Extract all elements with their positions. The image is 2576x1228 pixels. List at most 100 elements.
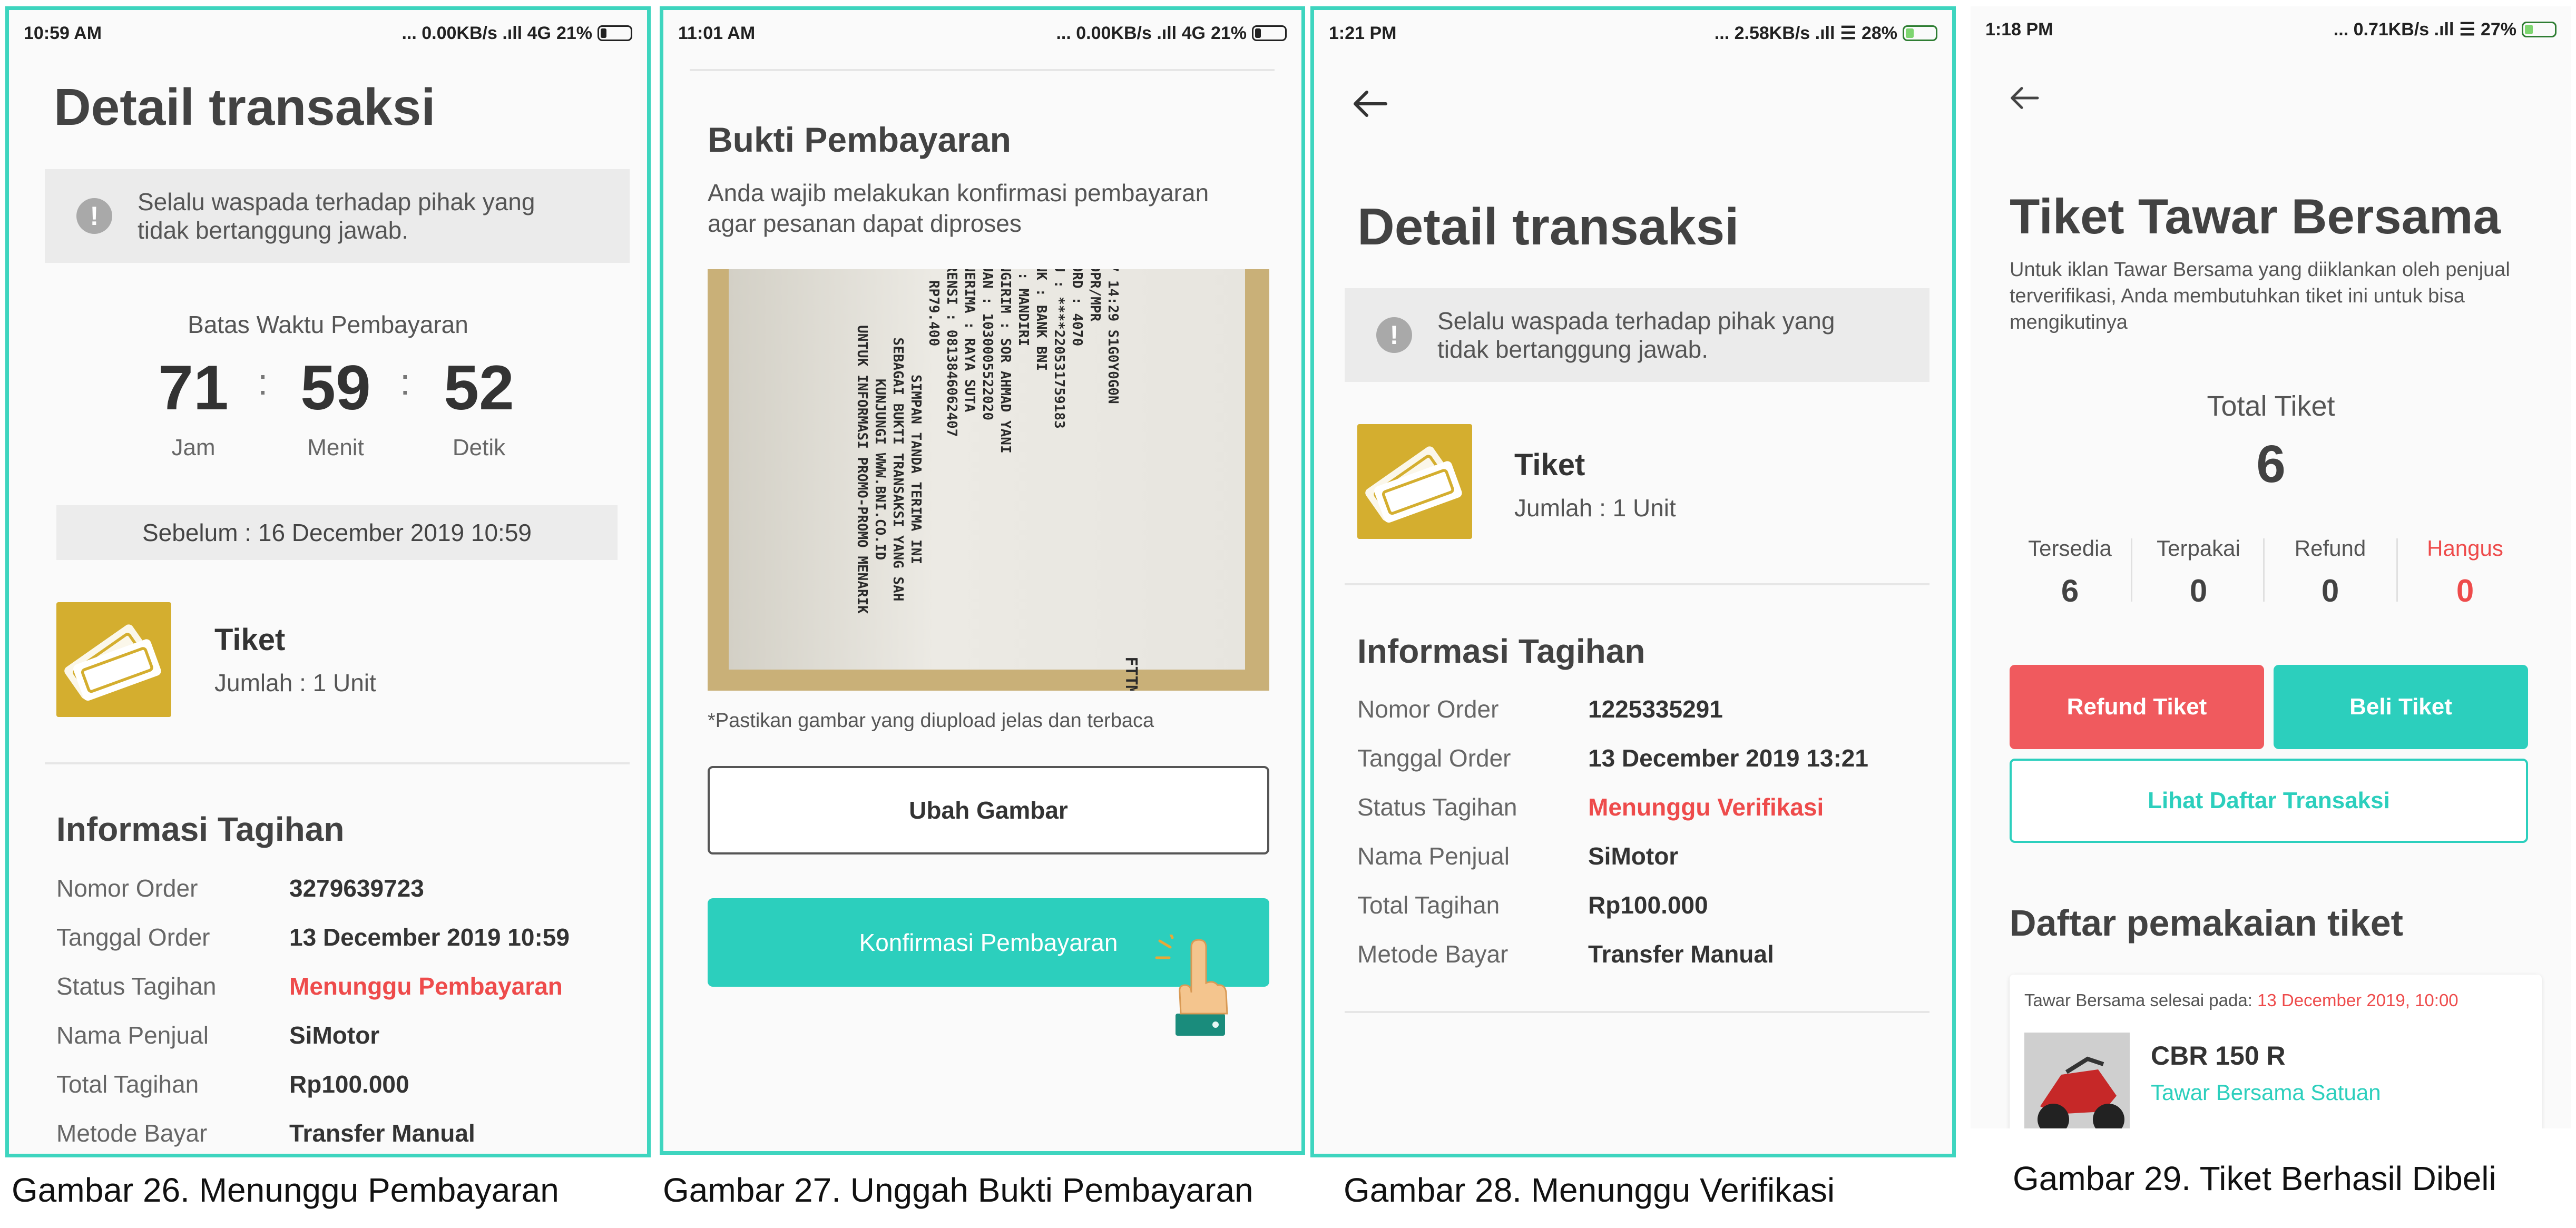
- status-bar: 10:59 AM ... 0.00KB/s .ıll 4G 21%: [9, 10, 647, 56]
- billing-label: Metode Bayar: [56, 1119, 208, 1147]
- view-transactions-button[interactable]: Lihat Daftar Transaksi: [2010, 759, 2528, 843]
- back-arrow-icon[interactable]: [2009, 85, 2040, 113]
- buy-ticket-button[interactable]: Beli Tiket: [2274, 665, 2528, 749]
- stat-label: Terpakai: [2157, 536, 2240, 561]
- receipt-line: JUMLAH : RP79.400: [926, 269, 942, 347]
- section-title: Bukti Pembayaran: [708, 120, 1011, 159]
- receipt-line: REK.TUJUAN : 1030005522020: [980, 269, 995, 420]
- divider: [690, 69, 1275, 71]
- network-indicator: ... 0.71KB/s .ıll: [2333, 19, 2454, 40]
- receipt-line: SIMPAN TANDA TERIMA INI: [908, 374, 924, 565]
- receipt-line: NO. RECORD : 4070: [1069, 269, 1085, 347]
- change-image-button[interactable]: Ubah Gambar: [708, 766, 1269, 854]
- change-image-label: Ubah Gambar: [909, 797, 1068, 824]
- instruction-text: Anda wajib melakukan konfirmasi pembayar…: [708, 179, 1209, 237]
- billing-title: Informasi Tagihan: [1357, 632, 1645, 670]
- usage-item-name: CBR 150 R: [2151, 1041, 2286, 1070]
- stat-label-hangus: Hangus: [2427, 536, 2503, 561]
- receipt-line: NO.KARTU : ****220531759183: [1051, 269, 1067, 429]
- stat-divider: [2263, 538, 2265, 602]
- status-time: 10:59 AM: [24, 23, 102, 43]
- screen-tiket-berhasil: 1:18 PM ... 0.71KB/s .ıll ☰ 27% Tiket Ta…: [1971, 6, 2571, 1128]
- status-time: 1:21 PM: [1329, 23, 1397, 43]
- caption-figure-28: Gambar 28. Menunggu Verifikasi: [1344, 1171, 1835, 1209]
- battery-percent: 21%: [556, 23, 592, 43]
- battery-charging-icon: [2522, 22, 2557, 37]
- page-title: Detail transaksi: [54, 78, 436, 136]
- billing-value: Rp100.000: [289, 1070, 409, 1098]
- billing-value: SiMotor: [289, 1021, 380, 1049]
- receipt-line: 31/07/17 14:29 S1G0Y0G0N: [1105, 269, 1121, 404]
- countdown-separator: :: [258, 361, 268, 402]
- screen-unggah-bukti: 11:01 AM ... 0.00KB/s .ıll 4G 21% Bukti …: [660, 6, 1305, 1155]
- ticket-description: Untuk iklan Tawar Bersama yang diiklanka…: [2010, 259, 2510, 333]
- stat-value-hangus: 0: [2456, 573, 2474, 608]
- seconds-label: Detik: [452, 435, 506, 460]
- warning-text: Selalu waspada terhadap pihak yang tidak…: [1437, 307, 1835, 363]
- wifi-icon: ☰: [1840, 23, 1856, 43]
- countdown-minutes: 59: [300, 352, 371, 423]
- billing-label: Nomor Order: [56, 875, 198, 902]
- billing-label: Nama Penjual: [1357, 842, 1510, 870]
- status-time: 11:01 AM: [678, 23, 756, 43]
- ticket-icon: [1357, 424, 1472, 539]
- stat-divider: [2396, 538, 2398, 602]
- status-badge: Menunggu Pembayaran: [289, 972, 563, 1000]
- network-indicator: ... 2.58KB/s .ıll: [1714, 23, 1835, 43]
- deadline-box: Sebelum : 16 December 2019 10:59: [56, 505, 618, 560]
- product-name: Tiket: [1514, 448, 1585, 482]
- stat-value: 0: [2321, 573, 2339, 608]
- battery-icon: [598, 25, 632, 41]
- receipt-line: FTTM BNI: [1122, 269, 1140, 691]
- product-quantity: Jumlah : 1 Unit: [214, 669, 376, 696]
- network-indicator: ... 0.00KB/s .ıll 4G: [1056, 23, 1206, 43]
- billing-label: Nomor Order: [1357, 695, 1499, 723]
- stat-divider: [2131, 538, 2132, 602]
- receipt-line: NAMA PENERIMA : RAYA SUTA: [962, 269, 977, 412]
- countdown-timer: 71 : 59 : 52 Jam Menit Detik: [9, 351, 647, 467]
- receipt-line: KE BANK : MANDIRI: [1015, 269, 1031, 347]
- network-indicator: ... 0.00KB/s .ıll 4G: [401, 23, 551, 43]
- billing-value: 1225335291: [1588, 695, 1723, 723]
- screen-menunggu-pembayaran: 10:59 AM ... 0.00KB/s .ıll 4G 21% Detail…: [5, 6, 651, 1157]
- receipt-line: NO.REFERENSI : 0813846062407: [944, 269, 959, 437]
- divider: [1345, 583, 1929, 585]
- hours-label: Jam: [171, 435, 216, 460]
- usage-title: Daftar pemakaian tiket: [2010, 902, 2403, 944]
- minutes-label: Menit: [307, 435, 364, 460]
- confirm-payment-label: Konfirmasi Pembayaran: [859, 929, 1118, 956]
- pointer-hand-icon: [1148, 927, 1232, 1043]
- back-arrow-icon[interactable]: [1351, 89, 1389, 121]
- battery-percent: 21%: [1210, 23, 1247, 43]
- usage-prefix: Tawar Bersama selesai pada:: [2024, 990, 2258, 1010]
- receipt-line: SEBAGAI BUKTI TRANSAKSI YANG SAH: [890, 337, 906, 602]
- upload-note: *Pastikan gambar yang diupload jelas dan…: [708, 710, 1154, 732]
- billing-label: Total Tagihan: [1357, 891, 1500, 919]
- battery-icon: [1252, 25, 1287, 41]
- battery-charging-icon: [1903, 25, 1937, 41]
- billing-label: Tanggal Order: [1357, 744, 1511, 772]
- stat-value: 6: [2061, 573, 2079, 608]
- receipt-photo[interactable]: FTTM BNI31/07/17 14:29 S1G0Y0G0NGEDUNG D…: [708, 269, 1269, 691]
- divider: [45, 762, 630, 764]
- billing-title: Informasi Tagihan: [56, 810, 345, 848]
- view-transactions-label: Lihat Daftar Transaksi: [2148, 788, 2390, 813]
- billing-value: 13 December 2019 13:21: [1588, 744, 1868, 772]
- status-badge: Menunggu Verifikasi: [1588, 793, 1824, 821]
- billing-label: Nama Penjual: [56, 1021, 209, 1049]
- status-bar: 1:21 PM ... 2.58KB/s .ıll ☰ 28%: [1314, 10, 1952, 56]
- billing-value: 13 December 2019 10:59: [289, 924, 570, 951]
- billing-value: Rp100.000: [1588, 891, 1708, 919]
- caption-figure-29: Gambar 29. Tiket Berhasil Dibeli: [2013, 1160, 2496, 1197]
- total-ticket-label: Total Tiket: [2207, 390, 2335, 422]
- usage-card[interactable]: Tawar Bersama selesai pada: 13 December …: [2010, 975, 2542, 1128]
- page-title: Detail transaksi: [1357, 198, 1739, 256]
- receipt-line: NAMA PENGIRIM : SOR AHMAD YANI: [997, 269, 1013, 454]
- refund-ticket-button[interactable]: Refund Tiket: [2010, 665, 2264, 749]
- usage-finished-text: Tawar Bersama selesai pada: 13 December …: [2024, 990, 2459, 1010]
- info-icon: !: [76, 198, 112, 234]
- stat-label: Tersedia: [2028, 536, 2112, 561]
- battery-percent: 28%: [1861, 23, 1897, 43]
- warning-text: Selalu waspada terhadap pihak yang tidak…: [138, 188, 535, 244]
- refund-ticket-label: Refund Tiket: [2066, 694, 2207, 720]
